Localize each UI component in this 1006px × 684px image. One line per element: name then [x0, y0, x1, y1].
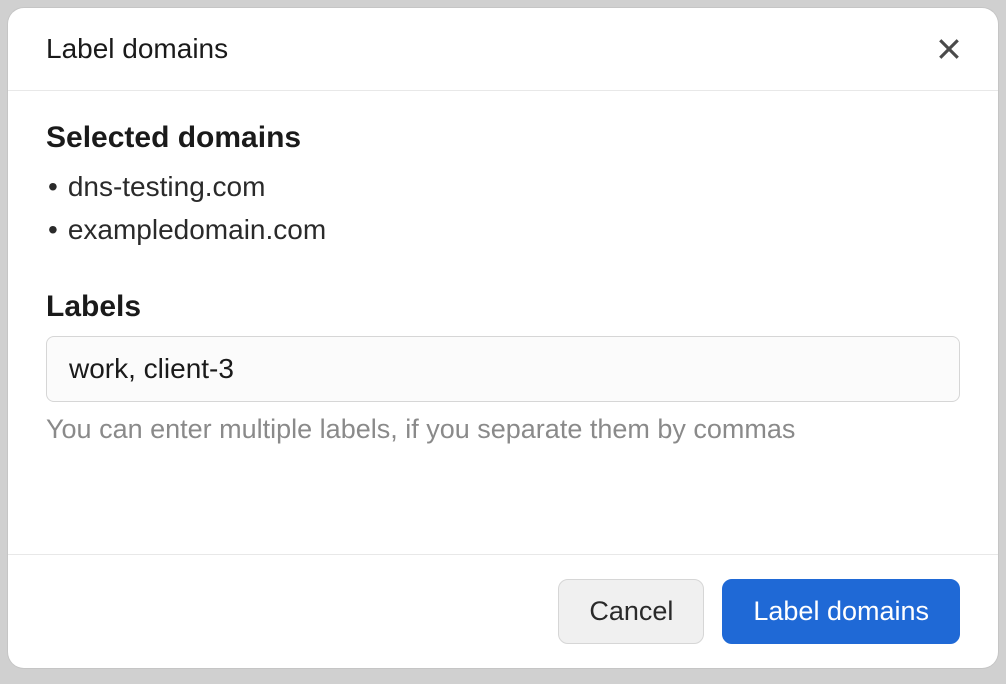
selected-domains-list: • dns-testing.com • exampledomain.com — [46, 165, 960, 252]
close-icon — [934, 34, 964, 64]
modal-footer: Cancel Label domains — [8, 554, 998, 668]
cancel-button[interactable]: Cancel — [558, 579, 704, 644]
modal-body: Selected domains • dns-testing.com • exa… — [8, 91, 998, 554]
bullet-icon: • — [48, 165, 58, 208]
close-button[interactable] — [930, 30, 968, 68]
labels-input[interactable] — [46, 336, 960, 402]
domain-name: dns-testing.com — [68, 165, 266, 208]
labels-helper-text: You can enter multiple labels, if you se… — [46, 414, 960, 445]
selected-domains-heading: Selected domains — [46, 121, 960, 155]
list-item: • dns-testing.com — [46, 165, 960, 208]
modal-header: Label domains — [8, 8, 998, 91]
list-item: • exampledomain.com — [46, 208, 960, 251]
bullet-icon: • — [48, 208, 58, 251]
labels-heading: Labels — [46, 290, 960, 324]
label-domains-button[interactable]: Label domains — [722, 579, 960, 644]
domain-name: exampledomain.com — [68, 208, 326, 251]
labels-section: Labels You can enter multiple labels, if… — [46, 290, 960, 445]
modal-title: Label domains — [46, 33, 228, 65]
label-domains-modal: Label domains Selected domains • dns-tes… — [8, 8, 998, 668]
